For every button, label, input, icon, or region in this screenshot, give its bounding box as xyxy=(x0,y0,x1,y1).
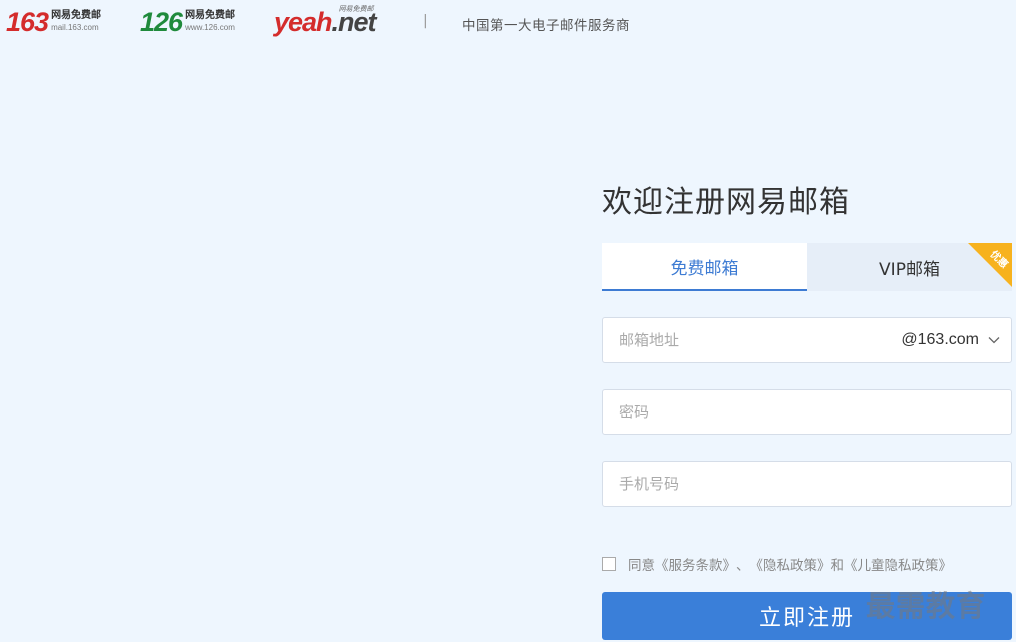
agreement-row: 同意 《服务条款》 、 《隐私政策》 和 《儿童隐私政策》 xyxy=(602,554,952,574)
logo-yeah[interactable]: yeah.net 网易免费邮 xyxy=(274,5,377,38)
agree-separator: 、 xyxy=(736,558,750,574)
chevron-down-icon xyxy=(988,337,1000,344)
logo-163-cn: 网易免费邮 xyxy=(51,10,102,21)
logo-163-number: 163 xyxy=(6,7,49,37)
logo-163-text: 网易免费邮 mail.163.com xyxy=(51,10,101,34)
logo-yeah-yeah: yeah xyxy=(274,7,333,37)
logo-163[interactable]: 163 网易免费邮 mail.163.com xyxy=(6,8,101,36)
email-domain-select[interactable]: @163.com xyxy=(901,331,1011,349)
password-input[interactable] xyxy=(603,390,1011,434)
logo-126-url: www.126.com xyxy=(185,23,235,32)
email-field: @163.com xyxy=(602,317,1012,363)
page-title: 欢迎注册网易邮箱 xyxy=(602,185,850,220)
tab-free-mail-label: 免费邮箱 xyxy=(670,258,739,279)
register-button[interactable]: 立即注册 xyxy=(602,592,1012,640)
header-separator: | xyxy=(423,13,428,29)
logo-yeah-wrap: yeah.net 网易免费邮 xyxy=(274,5,377,38)
tab-vip-mail-label: VIP邮箱 xyxy=(879,259,940,280)
mail-type-tabs: 免费邮箱 VIP邮箱 优惠 xyxy=(602,243,1012,291)
privacy-link[interactable]: 《隐私政策》 xyxy=(750,554,831,574)
agree-checkbox[interactable] xyxy=(602,557,616,571)
tab-vip-mail[interactable]: VIP邮箱 优惠 xyxy=(807,243,1012,291)
password-field xyxy=(602,389,1012,435)
email-domain-value: @163.com xyxy=(901,331,979,348)
terms-link[interactable]: 《服务条款》 xyxy=(655,554,736,574)
logo-126-cn: 网易免费邮 xyxy=(185,10,236,21)
header-slogan: 中国第一大电子邮件服务商 xyxy=(462,18,630,34)
logo-126-text: 网易免费邮 www.126.com xyxy=(185,10,235,34)
tab-free-mail[interactable]: 免费邮箱 xyxy=(602,243,807,291)
logo-126-number: 126 xyxy=(140,7,183,37)
phone-field xyxy=(602,461,1012,507)
logo-126[interactable]: 126 网易免费邮 www.126.com xyxy=(140,8,235,36)
child-privacy-link[interactable]: 《儿童隐私政策》 xyxy=(844,554,952,574)
logo-yeah-sub: 网易免费邮 xyxy=(338,5,374,13)
phone-input[interactable] xyxy=(603,462,1011,506)
header: 163 网易免费邮 mail.163.com 126 网易免费邮 www.126… xyxy=(0,0,1016,46)
agree-prefix: 同意 xyxy=(628,558,655,574)
logo-163-url: mail.163.com xyxy=(51,23,99,32)
agree-and: 和 xyxy=(830,558,845,574)
email-input[interactable] xyxy=(603,318,902,362)
